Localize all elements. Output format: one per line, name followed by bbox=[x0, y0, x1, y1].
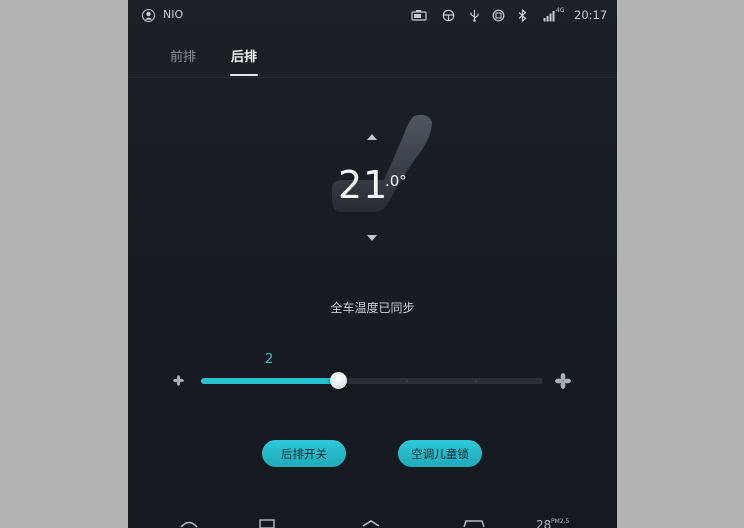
hazard-icon bbox=[492, 9, 505, 22]
temp-up-button[interactable] bbox=[367, 134, 377, 140]
rear-climate-toggle-button[interactable]: 后排开关 bbox=[262, 440, 346, 467]
camera-icon bbox=[411, 10, 427, 21]
fan-speed-slider[interactable] bbox=[201, 372, 543, 389]
chevron-up-icon[interactable] bbox=[361, 518, 381, 528]
fan-slider-tick bbox=[406, 380, 408, 382]
avatar-icon[interactable] bbox=[142, 9, 155, 22]
pm25-label: PM2.5 bbox=[551, 518, 570, 525]
sync-status-text: 全车温度已同步 bbox=[330, 301, 415, 315]
child-lock-button[interactable]: 空调儿童锁 bbox=[398, 440, 482, 467]
tab-rear-row[interactable]: 后排 bbox=[231, 46, 257, 65]
defrost-front-icon[interactable] bbox=[179, 518, 199, 528]
status-bar: NIO 4G 20:17 bbox=[128, 0, 617, 32]
user-name[interactable]: NIO bbox=[163, 8, 183, 21]
fan-slider-fill bbox=[201, 378, 338, 384]
tab-front-row[interactable]: 前排 bbox=[170, 46, 196, 65]
signal-icon bbox=[543, 11, 555, 22]
active-tab-indicator bbox=[230, 74, 258, 76]
clock: 20:17 bbox=[574, 8, 608, 22]
temperature-value: 21 bbox=[338, 163, 389, 207]
network-type: 4G bbox=[556, 7, 565, 14]
climate-screen: NIO 4G 20:17 前排 后排 21 .0° 全车温度已同步 2 后排开关… bbox=[128, 0, 617, 528]
usb-icon bbox=[470, 10, 479, 22]
steering-wheel-icon bbox=[442, 9, 455, 22]
header-divider bbox=[128, 77, 617, 78]
fan-slider-thumb[interactable] bbox=[330, 372, 347, 389]
defrost-rear-icon[interactable] bbox=[259, 518, 275, 528]
temperature-decimal: .0° bbox=[385, 172, 407, 190]
outside-temperature: 28 bbox=[536, 518, 552, 528]
fan-high-icon bbox=[555, 373, 571, 389]
fan-level-value: 2 bbox=[265, 352, 274, 367]
bluetooth-icon bbox=[518, 9, 527, 22]
fan-slider-tick bbox=[475, 380, 477, 382]
air-recirculation-icon[interactable] bbox=[462, 518, 486, 528]
fan-low-icon bbox=[173, 375, 184, 386]
temp-down-button[interactable] bbox=[367, 235, 377, 241]
